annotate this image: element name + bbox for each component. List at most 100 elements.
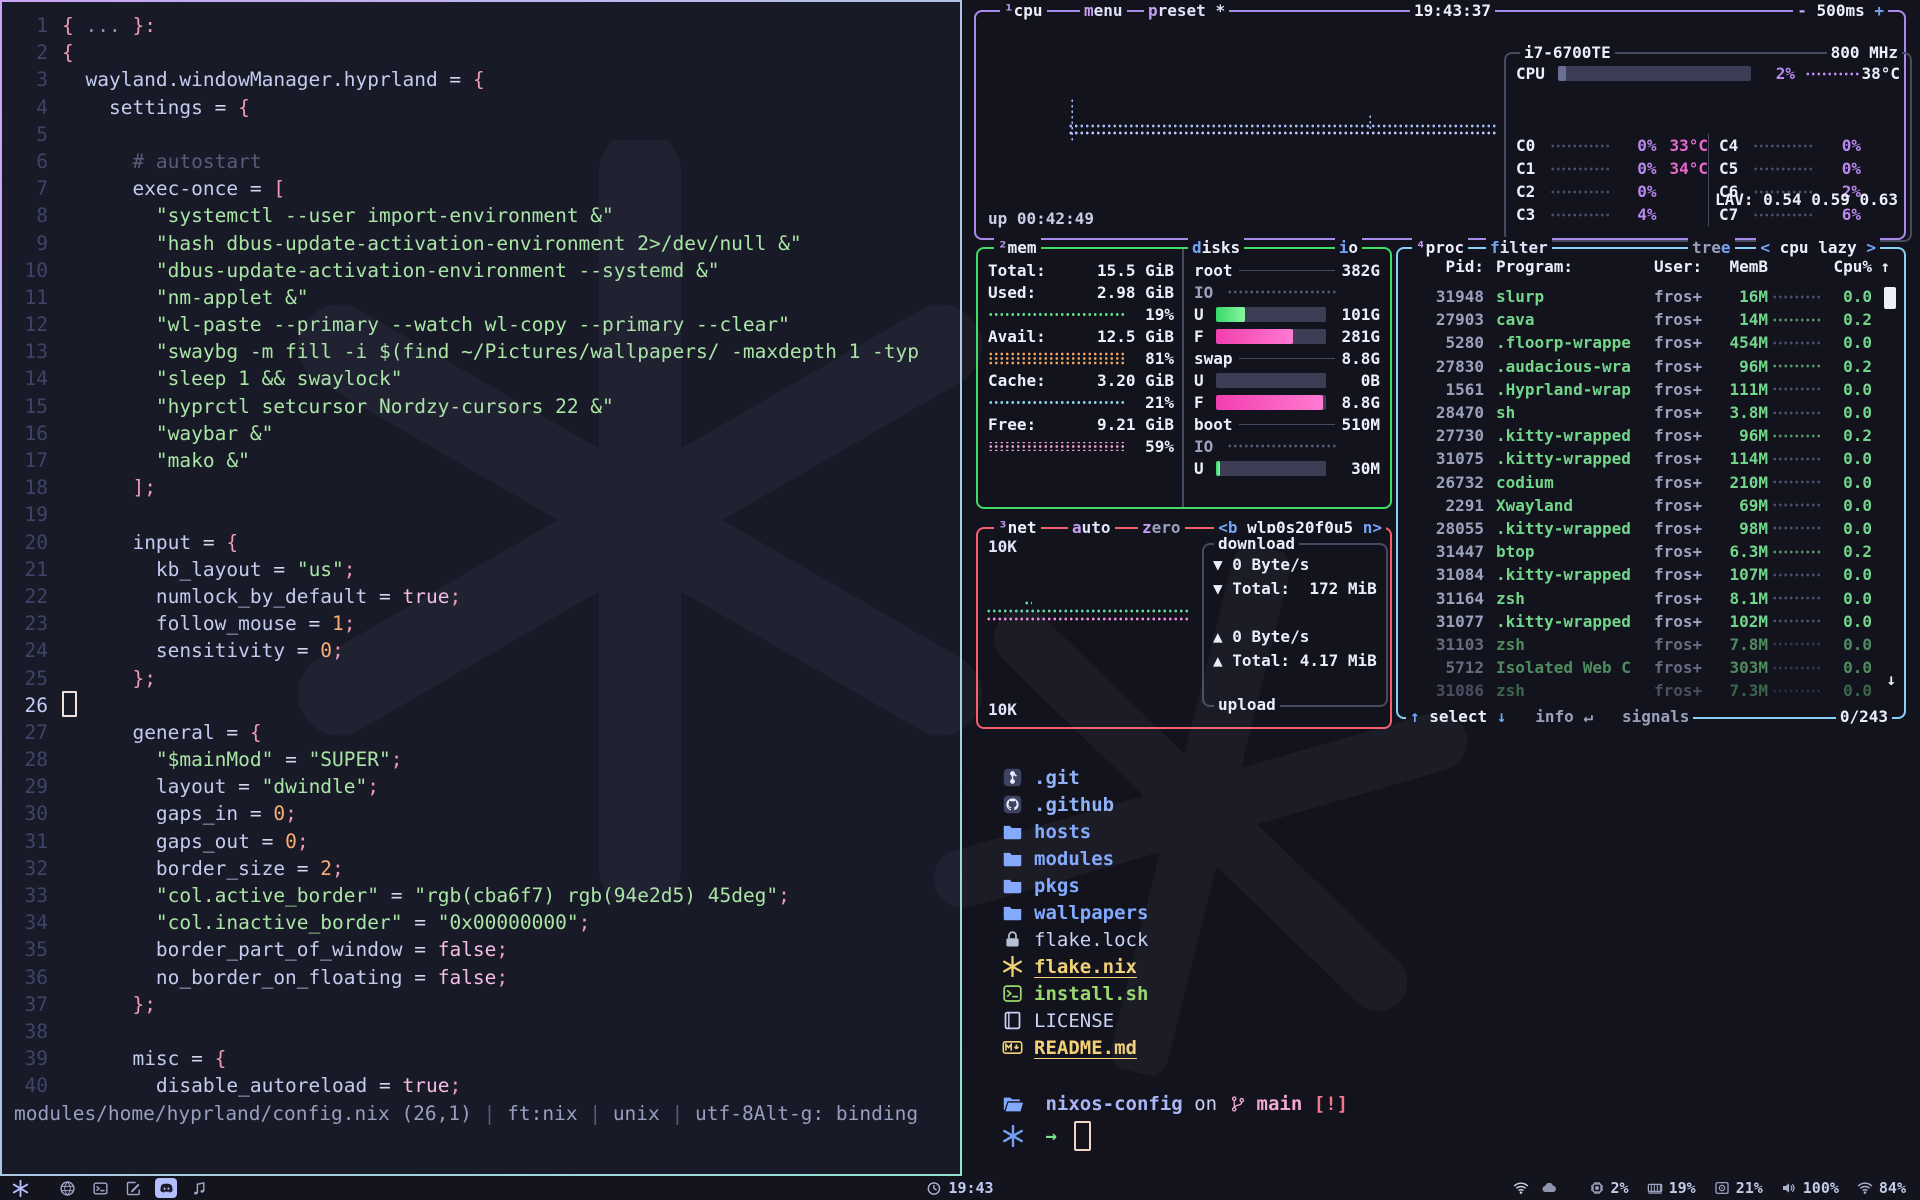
editor-line[interactable]: 9 "hash dbus-update-activation-environme… <box>2 230 960 257</box>
update-interval-control[interactable]: - 500ms + <box>1793 0 1888 22</box>
editor-line[interactable]: 20 input = { <box>2 529 960 556</box>
wifi-module[interactable]: 84% <box>1857 1179 1906 1197</box>
editor-line[interactable]: 13 "swaybg -m fill -i $(find ~/Pictures/… <box>2 338 960 365</box>
wifi-icon[interactable] <box>1513 1180 1529 1196</box>
taskbar-app-discord[interactable] <box>155 1178 177 1198</box>
btop-proc-box[interactable]: ⁴proc filter tree < cpu lazy > Pid: Prog… <box>1396 247 1906 719</box>
proc-filter-button[interactable]: filter <box>1486 237 1552 259</box>
editor-line[interactable]: 39 misc = { <box>2 1045 960 1072</box>
process-row[interactable]: 31164zshfros+8.1M0.0 <box>1406 586 1896 609</box>
editor-line[interactable]: 18 ]; <box>2 474 960 501</box>
editor-line[interactable]: 36 no_border_on_floating = false; <box>2 964 960 991</box>
menu-button[interactable]: menu <box>1080 0 1127 22</box>
editor-window[interactable]: 1{ ... }:2{3 wayland.windowManager.hyprl… <box>0 0 962 1176</box>
process-row[interactable]: 31447btopfros+6.3M0.2 <box>1406 540 1896 563</box>
editor-line[interactable]: 15 "hyprctl setcursor Nordzy-cursors 22 … <box>2 393 960 420</box>
editor-line[interactable]: 8 "systemctl --user import-environment &… <box>2 202 960 229</box>
clock-module[interactable]: 19:43 <box>926 1179 993 1197</box>
taskbar-app-browser[interactable] <box>56 1178 78 1198</box>
editor-line[interactable]: 29 layout = "dwindle"; <box>2 773 960 800</box>
process-row[interactable]: 1561.Hyprland-wrapfros+111M0.0 <box>1406 378 1896 401</box>
process-row[interactable]: 28470shfros+3.8M0.0 <box>1406 401 1896 424</box>
net-box-title[interactable]: ³net <box>994 517 1041 539</box>
editor-line[interactable]: 25 }; <box>2 665 960 692</box>
volume-module[interactable]: 100% <box>1781 1179 1839 1197</box>
editor-helix[interactable]: 1{ ... }:2{3 wayland.windowManager.hyprl… <box>2 2 960 1174</box>
proc-footer-keys[interactable]: ↑ select ↓ info ↵ signals <box>1406 706 1693 728</box>
disks-box-title[interactable]: disks <box>1188 237 1244 259</box>
editor-line[interactable]: 28 "$mainMod" = "SUPER"; <box>2 746 960 773</box>
process-row[interactable]: 31077.kitty-wrappedfros+102M0.0 <box>1406 610 1896 633</box>
taskbar-app-notes[interactable] <box>122 1178 144 1198</box>
disk-module[interactable]: 21% <box>1714 1179 1763 1197</box>
editor-line[interactable]: 35 border_part_of_window = false; <box>2 936 960 963</box>
nixos-launcher-icon[interactable] <box>12 1180 29 1197</box>
process-row[interactable]: 5712Isolated Web Cfros+303M0.0 <box>1406 656 1896 679</box>
editor-line[interactable]: 14 "sleep 1 && swaylock" <box>2 365 960 392</box>
cpu-box-title[interactable]: ¹cpu <box>1000 0 1047 22</box>
process-row[interactable]: 28055.kitty-wrappedfros+98M0.0 <box>1406 517 1896 540</box>
btop-net-box[interactable]: ³net auto zero <b wlp0s20f0u5 n> 10K 10K… <box>976 527 1392 729</box>
editor-line[interactable]: 6 # autostart <box>2 148 960 175</box>
process-table[interactable]: 31948slurpfros+16M0.027903cavafros+14M0.… <box>1406 285 1896 702</box>
editor-line[interactable]: 17 "mako &" <box>2 447 960 474</box>
editor-line[interactable]: 27 general = { <box>2 719 960 746</box>
editor-line[interactable]: 26 <box>2 692 960 719</box>
process-row[interactable]: 27730.kitty-wrappedfros+96M0.2 <box>1406 424 1896 447</box>
editor-line[interactable]: 19 <box>2 501 960 528</box>
editor-line[interactable]: 23 follow_mouse = 1; <box>2 610 960 637</box>
shell-prompt[interactable]: nixos-config on main [!] → <box>1002 1088 1348 1152</box>
proc-sort-selector[interactable]: < cpu lazy > <box>1756 237 1880 259</box>
editor-line[interactable]: 34 "col.inactive_border" = "0x00000000"; <box>2 909 960 936</box>
editor-line[interactable]: 33 "col.active_border" = "rgb(cba6f7) rg… <box>2 882 960 909</box>
process-row[interactable]: 26732codiumfros+210M0.0 <box>1406 471 1896 494</box>
editor-line[interactable]: 21 kb_layout = "us"; <box>2 556 960 583</box>
editor-line[interactable]: 11 "nm-applet &" <box>2 284 960 311</box>
editor-line[interactable]: 32 border_size = 2; <box>2 855 960 882</box>
editor-line[interactable]: 24 sensitivity = 0; <box>2 637 960 664</box>
editor-line[interactable]: 7 exec-once = [ <box>2 175 960 202</box>
terminal-window[interactable]: .git.githubhostsmodulespkgswallpapersfla… <box>962 748 1920 1176</box>
editor-line[interactable]: 31 gaps_out = 0; <box>2 828 960 855</box>
mem-box-title[interactable]: ²mem <box>994 237 1041 259</box>
editor-line[interactable]: 37 }; <box>2 991 960 1018</box>
btop-cpu-box[interactable]: ¹cpu menu preset * 19:43:37 - 500ms + i7… <box>974 10 1906 240</box>
btop-mem-box[interactable]: ²mem disks io Total:15.5 GiBUsed:2.98 Gi… <box>976 247 1392 509</box>
editor-buffer[interactable]: 1{ ... }:2{3 wayland.windowManager.hyprl… <box>2 12 960 1100</box>
proc-table-header[interactable]: Pid: Program: User: MemB Cpu% ↑ <box>1406 257 1896 276</box>
editor-line[interactable]: 2{ <box>2 39 960 66</box>
net-auto-toggle[interactable]: auto <box>1068 517 1115 539</box>
proc-scrollbar-thumb[interactable] <box>1884 287 1896 309</box>
editor-line[interactable]: 30 gaps_in = 0; <box>2 800 960 827</box>
ram-module[interactable]: 19% <box>1647 1179 1696 1197</box>
scroll-down-icon[interactable]: ↓ <box>1886 670 1896 689</box>
proc-tree-toggle[interactable]: tree <box>1688 237 1735 259</box>
process-row[interactable]: 31075.kitty-wrappedfros+114M0.0 <box>1406 447 1896 470</box>
process-row[interactable]: 2291Xwaylandfros+69M0.0 <box>1406 494 1896 517</box>
process-row[interactable]: 31084.kitty-wrappedfros+107M0.0 <box>1406 563 1896 586</box>
process-row[interactable]: 27830.audacious-wrafros+96M0.2 <box>1406 355 1896 378</box>
taskbar-app-music[interactable] <box>188 1178 210 1198</box>
process-row[interactable]: 27903cavafros+14M0.2 <box>1406 308 1896 331</box>
net-zero-toggle[interactable]: zero <box>1138 517 1185 539</box>
btop-window[interactable]: ¹cpu menu preset * 19:43:37 - 500ms + i7… <box>962 0 1920 748</box>
process-row[interactable]: 5280.floorp-wrappefros+454M0.0 <box>1406 331 1896 354</box>
io-mode-toggle[interactable]: io <box>1335 237 1362 259</box>
editor-line[interactable]: 5 <box>2 121 960 148</box>
editor-line[interactable]: 3 wayland.windowManager.hyprland = { <box>2 66 960 93</box>
preset-button[interactable]: preset * <box>1144 0 1229 22</box>
editor-line[interactable]: 4 settings = { <box>2 94 960 121</box>
cloud-icon[interactable] <box>1541 1180 1557 1196</box>
taskbar-app-terminal[interactable] <box>89 1178 111 1198</box>
editor-line[interactable]: 22 numlock_by_default = true; <box>2 583 960 610</box>
editor-line[interactable]: 10 "dbus-update-activation-environment -… <box>2 257 960 284</box>
process-row[interactable]: 31948slurpfros+16M0.0 <box>1406 285 1896 308</box>
editor-line[interactable]: 16 "waybar &" <box>2 420 960 447</box>
editor-line[interactable]: 1{ ... }: <box>2 12 960 39</box>
prompt-input-line[interactable]: → <box>1002 1120 1348 1152</box>
process-row[interactable]: 31086zshfros+7.3M0.0 <box>1406 679 1896 702</box>
editor-line[interactable]: 40 disable_autoreload = true; <box>2 1072 960 1099</box>
chip-module[interactable]: 2% <box>1589 1179 1629 1197</box>
editor-line[interactable]: 38 <box>2 1018 960 1045</box>
process-row[interactable]: 31103zshfros+7.8M0.0 <box>1406 633 1896 656</box>
